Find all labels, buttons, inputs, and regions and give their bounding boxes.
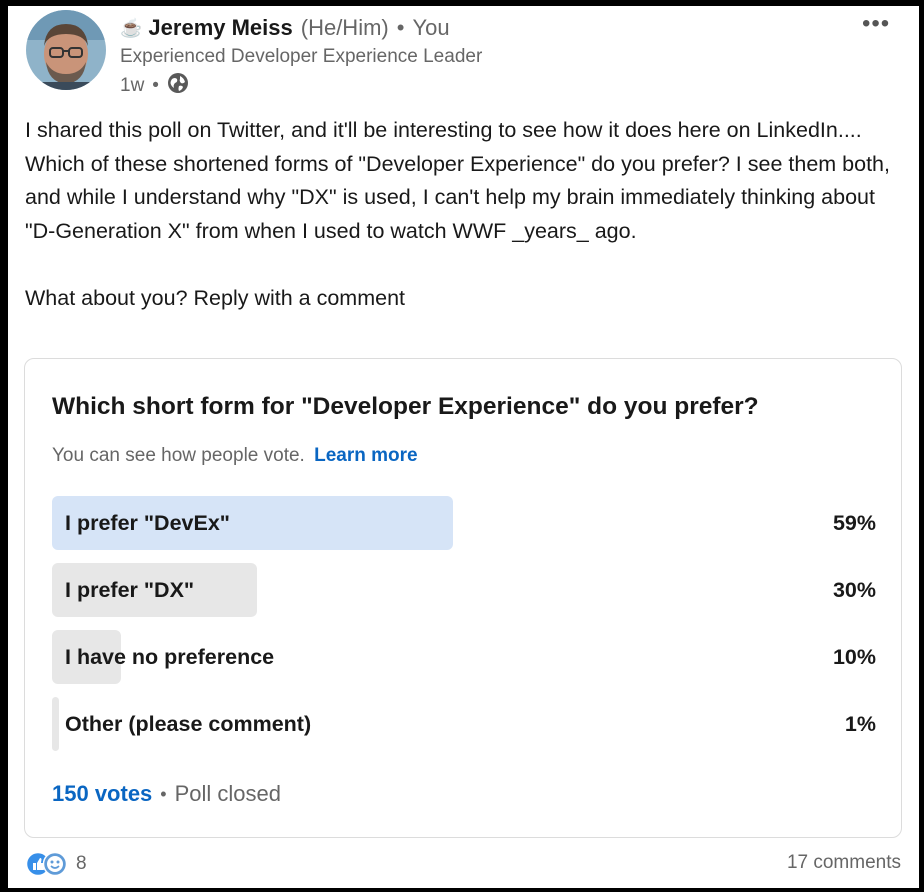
post-time[interactable]: 1w (120, 75, 144, 97)
separator-dot: • (160, 783, 167, 804)
post-card: ☕ Jeremy Meiss (He/Him) • You Experience… (8, 6, 919, 888)
poll-option-percent: 30% (832, 578, 876, 602)
poll-option-label: I prefer "DevEx" (65, 511, 230, 535)
author-name[interactable]: Jeremy Meiss (148, 15, 292, 41)
poll-footer: 150 votes • Poll closed (52, 781, 281, 807)
globe-icon (167, 72, 189, 100)
coffee-icon: ☕ (120, 17, 143, 38)
reactions-summary[interactable]: 8 (25, 851, 87, 877)
post-body: I shared this poll on Twitter, and it'll… (25, 114, 895, 315)
poll-option: I prefer "DX" 30% (52, 563, 876, 617)
poll-option-bar (52, 697, 59, 751)
like-icon (25, 851, 68, 877)
post-paragraph: I shared this poll on Twitter, and it'll… (25, 118, 890, 243)
reaction-icons (25, 851, 72, 877)
vote-count-link[interactable]: 150 votes (52, 781, 152, 807)
poll-option-label: I have no preference (65, 645, 275, 669)
learn-more-link[interactable]: Learn more (314, 445, 417, 466)
poll-note-text: You can see how people vote. (52, 445, 305, 466)
poll-visibility-note: You can see how people vote. Learn more (52, 445, 418, 467)
separator-dot: • (396, 15, 405, 40)
poll-option-percent: 10% (832, 645, 876, 669)
author-pronouns: (He/Him) (300, 15, 389, 40)
more-options-icon[interactable]: ••• (862, 12, 890, 36)
poll-option: Other (please comment) 1% (52, 697, 876, 751)
poll-option-percent: 1% (844, 712, 876, 736)
poll-question: Which short form for "Developer Experien… (52, 393, 759, 420)
poll-option-percent: 59% (832, 511, 876, 535)
poll-option: I prefer "DevEx" 59% (52, 496, 876, 550)
post-meta: 1w • (120, 72, 189, 100)
separator-dot: • (152, 75, 159, 96)
author-name-row: ☕ Jeremy Meiss (He/Him) • You (120, 14, 450, 42)
author-avatar[interactable] (26, 10, 106, 90)
post-paragraph: What about you? Reply with a comment (25, 285, 406, 310)
reaction-count: 8 (76, 853, 87, 874)
poll-option-label: Other (please comment) (65, 712, 312, 736)
poll-status: Poll closed (174, 781, 281, 806)
comments-count-link[interactable]: 17 comments (787, 852, 901, 874)
author-headline: Experienced Developer Experience Leader (120, 46, 483, 67)
poll-card: Which short form for "Developer Experien… (24, 358, 902, 838)
poll-option: I have no preference 10% (52, 630, 876, 684)
poll-option-label: I prefer "DX" (65, 578, 195, 602)
author-relation: You (412, 15, 450, 40)
